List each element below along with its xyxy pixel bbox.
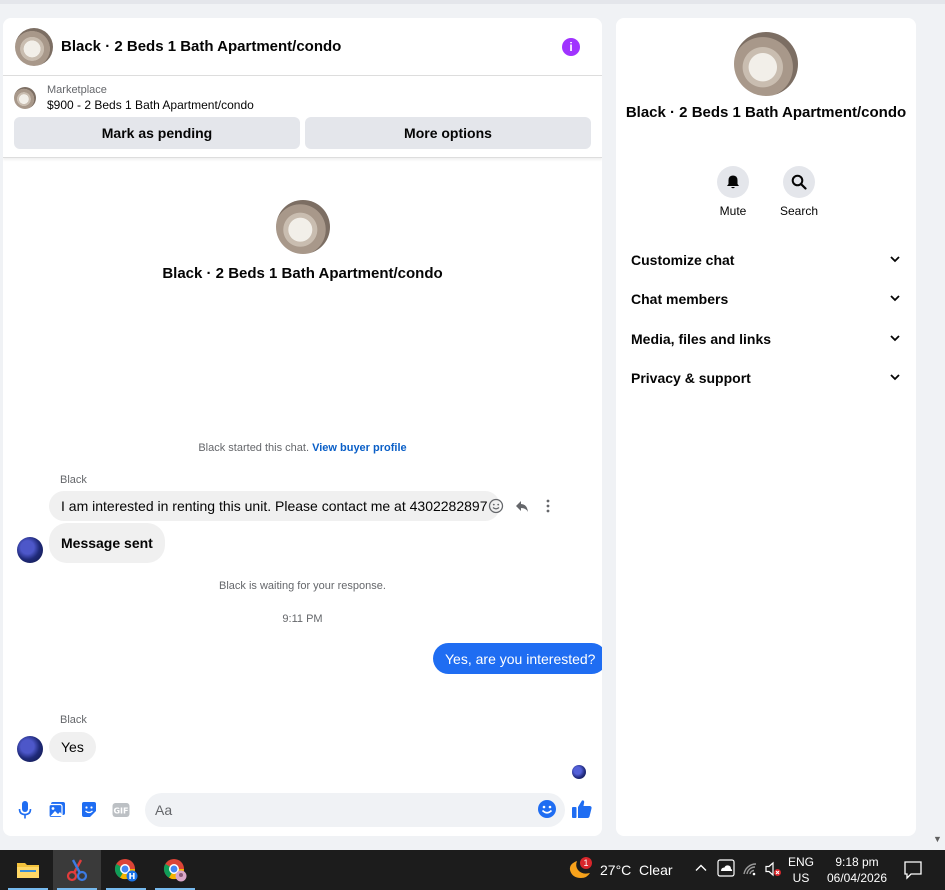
incoming-message[interactable]: Message sent bbox=[49, 523, 165, 563]
microphone-icon[interactable] bbox=[15, 800, 35, 820]
marketplace-bar: Marketplace $900 - 2 Beds 1 Bath Apartme… bbox=[3, 76, 602, 158]
weather-moon-icon: 1 bbox=[566, 857, 592, 882]
view-buyer-profile-link[interactable]: View buyer profile bbox=[312, 442, 407, 454]
chat-header: Black · 2 Beds 1 Bath Apartment/condo i bbox=[3, 18, 602, 76]
mark-as-pending-button[interactable]: Mark as pending bbox=[14, 117, 300, 149]
search-button[interactable]: Search bbox=[779, 166, 819, 218]
incoming-message[interactable]: Yes bbox=[49, 732, 96, 762]
volume-muted-icon[interactable] bbox=[764, 861, 782, 880]
menu-item-label: Privacy & support bbox=[631, 370, 751, 387]
windows-taskbar: H 1 27°C Clear ENG US 9:18 pm 06/04/2026 bbox=[0, 850, 945, 890]
chat-members-item[interactable]: Chat members bbox=[616, 280, 916, 320]
reply-icon[interactable] bbox=[514, 498, 530, 514]
message-composer: GIF bbox=[3, 792, 602, 828]
sender-avatar[interactable] bbox=[17, 736, 43, 762]
marketplace-actions: Mark as pending More options bbox=[3, 117, 602, 158]
input-language[interactable]: ENG US bbox=[788, 854, 814, 886]
conversation-details-panel: Black · 2 Beds 1 Bath Apartment/condo Mu… bbox=[616, 18, 916, 836]
search-icon bbox=[783, 166, 815, 198]
sender-avatar[interactable] bbox=[17, 537, 43, 563]
bell-icon bbox=[717, 166, 749, 198]
chrome-profile-photo-icon[interactable] bbox=[151, 850, 199, 890]
chrome-profile-h-icon[interactable]: H bbox=[102, 850, 150, 890]
info-icon[interactable]: i bbox=[562, 37, 580, 56]
profile-avatar[interactable] bbox=[275, 200, 330, 254]
notifications-icon[interactable] bbox=[903, 860, 923, 883]
clock-time: 9:18 pm bbox=[835, 855, 879, 869]
marketplace-listing[interactable]: Marketplace $900 - 2 Beds 1 Bath Apartme… bbox=[14, 84, 591, 112]
chevron-down-icon bbox=[889, 291, 901, 307]
sender-name: Black bbox=[60, 714, 87, 726]
weather-text: 27°C Clear bbox=[600, 862, 673, 878]
chevron-down-icon bbox=[889, 252, 901, 268]
top-divider bbox=[0, 0, 945, 4]
weather-widget[interactable]: 1 27°C Clear bbox=[566, 857, 673, 882]
chat-started-notice: Black started this chat. View buyer prof… bbox=[3, 442, 602, 454]
listing-thumbnail bbox=[14, 87, 36, 109]
emoji-picker-icon[interactable] bbox=[537, 799, 557, 819]
menu-item-label: Media, files and links bbox=[631, 330, 772, 347]
weather-alert-badge: 1 bbox=[580, 857, 592, 869]
sender-name: Black bbox=[60, 474, 87, 486]
details-avatar[interactable] bbox=[734, 32, 798, 96]
chevron-down-icon bbox=[889, 370, 901, 386]
menu-item-label: Customize chat bbox=[631, 251, 735, 268]
listing-avatar[interactable] bbox=[15, 27, 53, 66]
chat-title[interactable]: Black · 2 Beds 1 Bath Apartment/condo bbox=[61, 38, 562, 55]
language-code: ENG bbox=[788, 855, 815, 869]
marketplace-item-title: $900 - 2 Beds 1 Bath Apartment/condo bbox=[47, 98, 254, 112]
mute-button[interactable]: Mute bbox=[715, 166, 751, 218]
message-actions bbox=[488, 498, 556, 514]
outgoing-message[interactable]: Yes, are you interested? bbox=[433, 643, 602, 674]
gif-icon[interactable]: GIF bbox=[111, 800, 131, 820]
message-timestamp: 9:11 PM bbox=[282, 613, 323, 625]
menu-item-label: Chat members bbox=[631, 291, 729, 308]
chat-profile-intro: Black · 2 Beds 1 Bath Apartment/condo bbox=[3, 200, 602, 282]
profile-name: Black · 2 Beds 1 Bath Apartment/condo bbox=[162, 265, 443, 282]
image-icon[interactable] bbox=[47, 800, 67, 820]
waiting-notice: Black is waiting for your response. bbox=[219, 580, 386, 592]
like-icon[interactable] bbox=[571, 798, 593, 825]
details-name: Black · 2 Beds 1 Bath Apartment/condo bbox=[625, 104, 907, 121]
emoji-icon[interactable] bbox=[488, 498, 504, 514]
file-explorer-icon[interactable] bbox=[4, 850, 52, 890]
more-options-button[interactable]: More options bbox=[305, 117, 591, 149]
details-actions: Mute Search bbox=[616, 166, 916, 218]
svg-text:H: H bbox=[129, 872, 136, 881]
svg-text:GIF: GIF bbox=[113, 807, 128, 816]
incoming-message[interactable]: I am interested in renting this unit. Pl… bbox=[49, 491, 500, 521]
snipping-tool-icon[interactable] bbox=[53, 850, 101, 890]
wifi-icon[interactable] bbox=[743, 862, 759, 879]
scroll-down-arrow[interactable]: ▼ bbox=[933, 834, 942, 844]
clock-date: 06/04/2026 bbox=[826, 871, 888, 885]
media-files-links-item[interactable]: Media, files and links bbox=[616, 319, 916, 359]
system-clock[interactable]: 9:18 pm 06/04/2026 bbox=[822, 854, 892, 886]
details-menu: Customize chat Chat members Media, files… bbox=[616, 240, 916, 398]
search-label: Search bbox=[779, 204, 819, 218]
marketplace-label: Marketplace bbox=[47, 84, 107, 96]
keyboard-region: US bbox=[792, 871, 810, 885]
chevron-down-icon bbox=[889, 331, 901, 347]
seen-indicator-avatar bbox=[572, 765, 586, 779]
chevron-up-icon[interactable] bbox=[694, 861, 708, 878]
privacy-support-item[interactable]: Privacy & support bbox=[616, 359, 916, 399]
chat-panel: Black · 2 Beds 1 Bath Apartment/condo i … bbox=[3, 18, 602, 836]
onedrive-icon[interactable] bbox=[717, 859, 737, 880]
message-input[interactable] bbox=[145, 793, 565, 827]
mute-label: Mute bbox=[719, 204, 747, 218]
chat-started-text: Black started this chat. bbox=[198, 442, 310, 454]
customize-chat-item[interactable]: Customize chat bbox=[616, 240, 916, 280]
more-icon[interactable] bbox=[540, 498, 556, 514]
sticker-icon[interactable] bbox=[79, 800, 99, 820]
